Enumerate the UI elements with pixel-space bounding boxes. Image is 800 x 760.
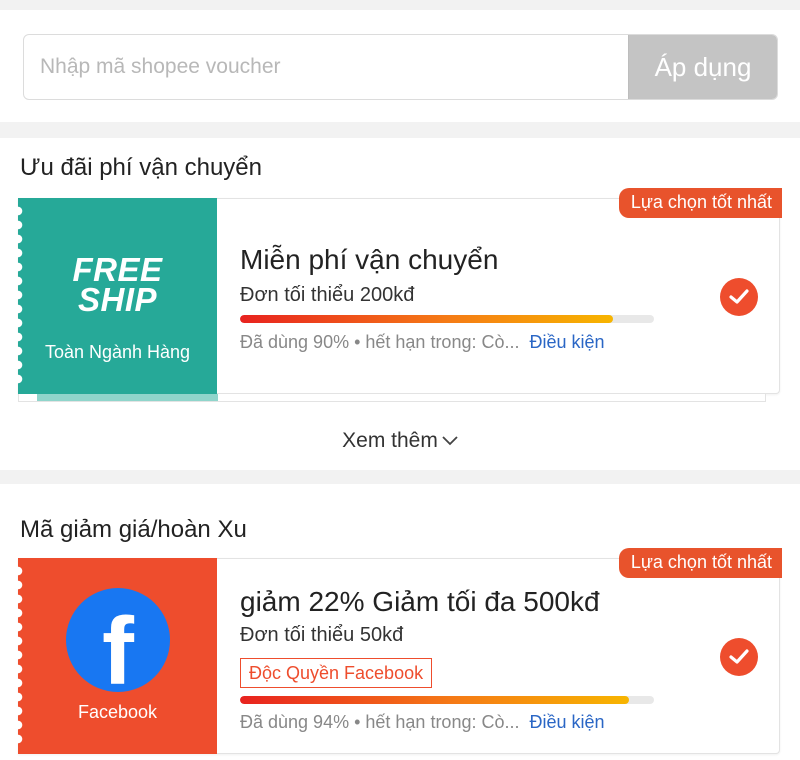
stacked-card-edge	[18, 394, 766, 402]
usage-progress-fill	[240, 315, 613, 323]
check-icon[interactable]	[720, 278, 758, 316]
chevron-down-icon	[442, 436, 458, 446]
usage-progress-bar	[240, 315, 654, 323]
usage-text: Đã dùng 90% • hết hạn trong: Cò...	[240, 332, 520, 352]
see-more-button[interactable]: Xem thêm	[0, 429, 800, 453]
freeship-logo: FREE SHIP Toàn Ngành Hàng	[13, 198, 217, 394]
usage-meta: Đã dùng 94% • hết hạn trong: Cò... Điều k…	[240, 712, 605, 733]
shipping-section-title: Ưu đãi phí vận chuyển	[20, 154, 262, 181]
section-divider	[0, 470, 800, 484]
facebook-icon: f	[66, 588, 170, 704]
check-icon[interactable]	[720, 638, 758, 676]
min-order-text: Đơn tối thiểu 50kđ	[240, 624, 404, 646]
voucher-code-input[interactable]	[24, 35, 628, 99]
stacked-card-stub	[37, 394, 218, 401]
usage-progress-bar	[240, 696, 654, 704]
best-choice-badge: Lựa chọn tốt nhất	[618, 188, 782, 218]
facebook-logo-stub: f Facebook	[13, 558, 217, 754]
top-divider	[0, 0, 800, 10]
voucher-page: Áp dụng Ưu đãi phí vận chuyển FREE SHIP …	[0, 0, 800, 760]
discount-section-title: Mã giảm giá/hoàn Xu	[20, 516, 247, 543]
facebook-voucher-card[interactable]: f Facebook Lựa chọn tốt nhất giảm 22% Gi…	[13, 548, 782, 754]
voucher-title: Miễn phí vận chuyển	[240, 244, 499, 275]
usage-text: Đã dùng 94% • hết hạn trong: Cò...	[240, 712, 520, 732]
stub-label: Facebook	[77, 702, 158, 722]
freeship-voucher-card[interactable]: FREE SHIP Toàn Ngành Hàng Lựa chọn tốt n…	[13, 188, 782, 394]
best-choice-badge: Lựa chọn tốt nhất	[618, 548, 782, 578]
voucher-code-bar: Áp dụng	[23, 34, 778, 100]
apply-button[interactable]: Áp dụng	[628, 35, 777, 99]
usage-progress-fill	[240, 696, 630, 704]
conditions-link[interactable]: Điều kiện	[529, 712, 604, 732]
stub-label: Toàn Ngành Hàng	[44, 342, 191, 362]
voucher-title: giảm 22% Giảm tối đa 500kđ	[240, 586, 600, 617]
section-divider	[0, 122, 800, 138]
see-more-label: Xem thêm	[342, 429, 438, 452]
exclusive-tag: Độc Quyền Facebook	[240, 658, 433, 688]
freeship-logo-line2: SHIP	[77, 281, 158, 318]
facebook-glyph: f	[102, 598, 134, 705]
min-order-text: Đơn tối thiểu 200kđ	[240, 284, 415, 306]
conditions-link[interactable]: Điều kiện	[529, 332, 604, 352]
usage-meta: Đã dùng 90% • hết hạn trong: Cò... Điều k…	[240, 332, 605, 353]
